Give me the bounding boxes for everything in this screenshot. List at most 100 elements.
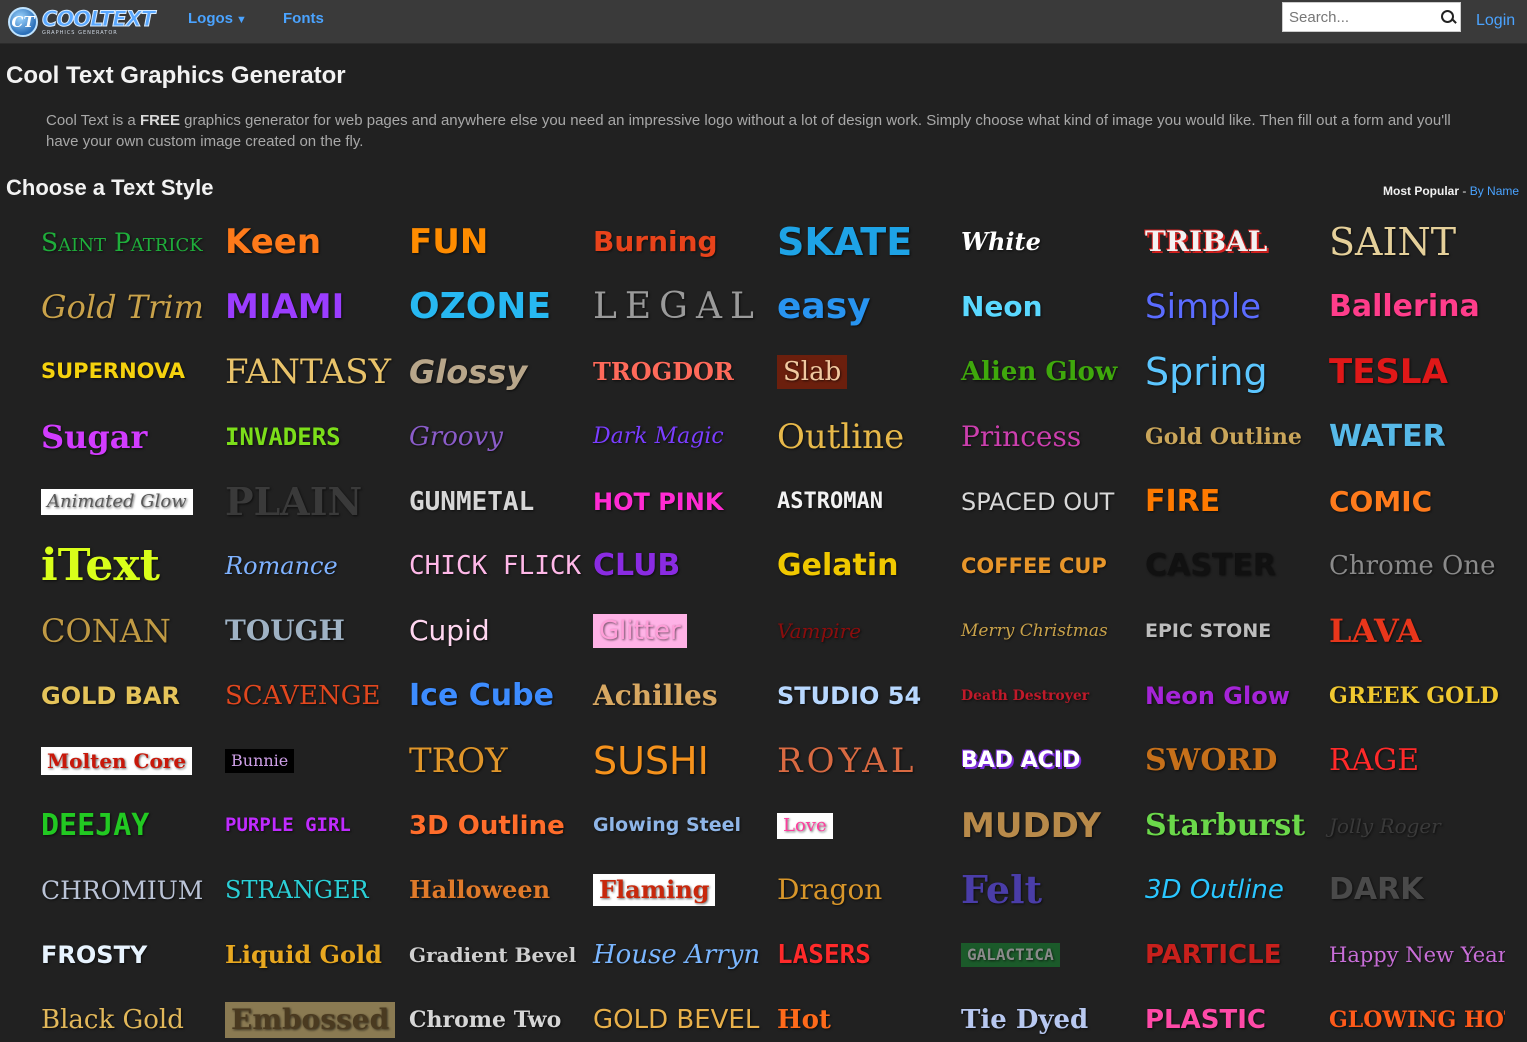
text-style-tile[interactable]: FANTASY <box>217 340 401 405</box>
text-style-tile[interactable]: CONAN <box>33 599 217 664</box>
text-style-tile[interactable]: GREEK GOLD <box>1321 664 1505 729</box>
text-style-tile[interactable]: PURPLE GIRL <box>217 793 401 858</box>
text-style-tile[interactable]: Embossed <box>217 988 401 1042</box>
text-style-tile[interactable]: LASERS <box>769 923 953 988</box>
text-style-tile[interactable]: CASTER <box>1137 534 1321 599</box>
text-style-tile[interactable]: Tie Dyed <box>953 988 1137 1042</box>
text-style-tile[interactable]: TROGDOR <box>585 340 769 405</box>
text-style-tile[interactable]: HOT PINK <box>585 469 769 534</box>
text-style-tile[interactable]: FUN <box>401 210 585 275</box>
text-style-tile[interactable]: House Arryn <box>585 923 769 988</box>
text-style-tile[interactable]: GOLD BEVEL <box>585 988 769 1042</box>
text-style-tile[interactable]: Achilles <box>585 664 769 729</box>
text-style-tile[interactable]: STUDIO 54 <box>769 664 953 729</box>
text-style-tile[interactable]: FROSTY <box>33 923 217 988</box>
text-style-tile[interactable]: Glossy <box>401 340 585 405</box>
text-style-tile[interactable]: Romance <box>217 534 401 599</box>
text-style-tile[interactable]: SPACED OUT <box>953 469 1137 534</box>
text-style-tile[interactable]: Death Destroyer <box>953 664 1137 729</box>
text-style-tile[interactable]: Outline <box>769 404 953 469</box>
text-style-tile[interactable]: Molten Core <box>33 728 217 793</box>
text-style-tile[interactable]: Halloween <box>401 858 585 923</box>
text-style-tile[interactable]: Chrome Two <box>401 988 585 1042</box>
text-style-tile[interactable]: Princess <box>953 404 1137 469</box>
text-style-tile[interactable]: GALACTICA <box>953 923 1137 988</box>
nav-logos-menu[interactable]: Logos ▼ <box>188 10 247 27</box>
text-style-tile[interactable]: Dragon <box>769 858 953 923</box>
text-style-tile[interactable]: Jolly Roger <box>1321 793 1505 858</box>
text-style-tile[interactable]: ROYAL <box>769 728 953 793</box>
text-style-tile[interactable]: SWORD <box>1137 728 1321 793</box>
text-style-tile[interactable]: TESLA <box>1321 340 1505 405</box>
text-style-tile[interactable]: 3D Outline <box>1137 858 1321 923</box>
text-style-tile[interactable]: LAVA <box>1321 599 1505 664</box>
text-style-tile[interactable]: WATER <box>1321 404 1505 469</box>
text-style-tile[interactable]: Neon <box>953 275 1137 340</box>
text-style-tile[interactable]: INVADERS <box>217 404 401 469</box>
text-style-tile[interactable]: CHICK FLICK <box>401 534 585 599</box>
text-style-tile[interactable]: STRANGER <box>217 858 401 923</box>
text-style-tile[interactable]: Alien Glow <box>953 340 1137 405</box>
text-style-tile[interactable]: COMIC <box>1321 469 1505 534</box>
text-style-tile[interactable]: SAINT <box>1321 210 1505 275</box>
text-style-tile[interactable]: Gold Trim <box>33 275 217 340</box>
text-style-tile[interactable]: GOLD BAR <box>33 664 217 729</box>
text-style-tile[interactable]: SUSHI <box>585 728 769 793</box>
text-style-tile[interactable]: CHROMIUM <box>33 858 217 923</box>
text-style-tile[interactable]: Love <box>769 793 953 858</box>
text-style-tile[interactable]: SKATE <box>769 210 953 275</box>
text-style-tile[interactable]: TOUGH <box>217 599 401 664</box>
text-style-tile[interactable]: OZONE <box>401 275 585 340</box>
text-style-tile[interactable]: Happy New Year <box>1321 923 1505 988</box>
text-style-tile[interactable]: DARK <box>1321 858 1505 923</box>
text-style-tile[interactable]: Felt <box>953 858 1137 923</box>
text-style-tile[interactable]: SUPERNOVA <box>33 340 217 405</box>
text-style-tile[interactable]: GUNMETAL <box>401 469 585 534</box>
text-style-tile[interactable]: Starburst <box>1137 793 1321 858</box>
text-style-tile[interactable]: Groovy <box>401 404 585 469</box>
text-style-tile[interactable]: Gold Outline <box>1137 404 1321 469</box>
sort-by-name-link[interactable]: By Name <box>1470 184 1519 198</box>
text-style-tile[interactable]: Chrome One <box>1321 534 1505 599</box>
text-style-tile[interactable]: Simple <box>1137 275 1321 340</box>
text-style-tile[interactable]: Vampire <box>769 599 953 664</box>
text-style-tile[interactable]: Hot <box>769 988 953 1042</box>
text-style-tile[interactable]: BAD ACID <box>953 728 1137 793</box>
text-style-tile[interactable]: EPIC STONE <box>1137 599 1321 664</box>
text-style-tile[interactable]: Burning <box>585 210 769 275</box>
text-style-tile[interactable]: Bunnie <box>217 728 401 793</box>
text-style-tile[interactable]: Glowing Steel <box>585 793 769 858</box>
text-style-tile[interactable]: COFFEE CUP <box>953 534 1137 599</box>
text-style-tile[interactable]: DEEJAY <box>33 793 217 858</box>
text-style-tile[interactable]: Ice Cube <box>401 664 585 729</box>
text-style-tile[interactable]: Dark Magic <box>585 404 769 469</box>
text-style-tile[interactable]: Merry Christmas <box>953 599 1137 664</box>
text-style-tile[interactable]: Slab <box>769 340 953 405</box>
text-style-tile[interactable]: Flaming <box>585 858 769 923</box>
text-style-tile[interactable]: Black Gold <box>33 988 217 1042</box>
text-style-tile[interactable]: Gradient Bevel <box>401 923 585 988</box>
nav-fonts-link[interactable]: Fonts <box>283 10 324 27</box>
text-style-tile[interactable]: ASTROMAN <box>769 469 953 534</box>
text-style-tile[interactable]: Cupid <box>401 599 585 664</box>
text-style-tile[interactable]: MIAMI <box>217 275 401 340</box>
text-style-tile[interactable]: Animated Glow <box>33 469 217 534</box>
search-input[interactable] <box>1283 3 1436 31</box>
text-style-tile[interactable]: TRIBAL <box>1137 210 1321 275</box>
text-style-tile[interactable]: PLAIN <box>217 469 401 534</box>
text-style-tile[interactable]: Liquid Gold <box>217 923 401 988</box>
text-style-tile[interactable]: Spring <box>1137 340 1321 405</box>
text-style-tile[interactable]: Keen <box>217 210 401 275</box>
search-icon[interactable] <box>1436 3 1460 31</box>
text-style-tile[interactable]: GLOWING HOT <box>1321 988 1505 1042</box>
text-style-tile[interactable]: iText <box>33 534 217 599</box>
text-style-tile[interactable]: Sugar <box>33 404 217 469</box>
text-style-tile[interactable]: SCAVENGE <box>217 664 401 729</box>
text-style-tile[interactable]: PLASTIC <box>1137 988 1321 1042</box>
text-style-tile[interactable]: MUDDY <box>953 793 1137 858</box>
text-style-tile[interactable]: RAGE <box>1321 728 1505 793</box>
text-style-tile[interactable]: Neon Glow <box>1137 664 1321 729</box>
text-style-tile[interactable]: LEGAL <box>585 275 769 340</box>
text-style-tile[interactable]: White <box>953 210 1137 275</box>
text-style-tile[interactable]: easy <box>769 275 953 340</box>
